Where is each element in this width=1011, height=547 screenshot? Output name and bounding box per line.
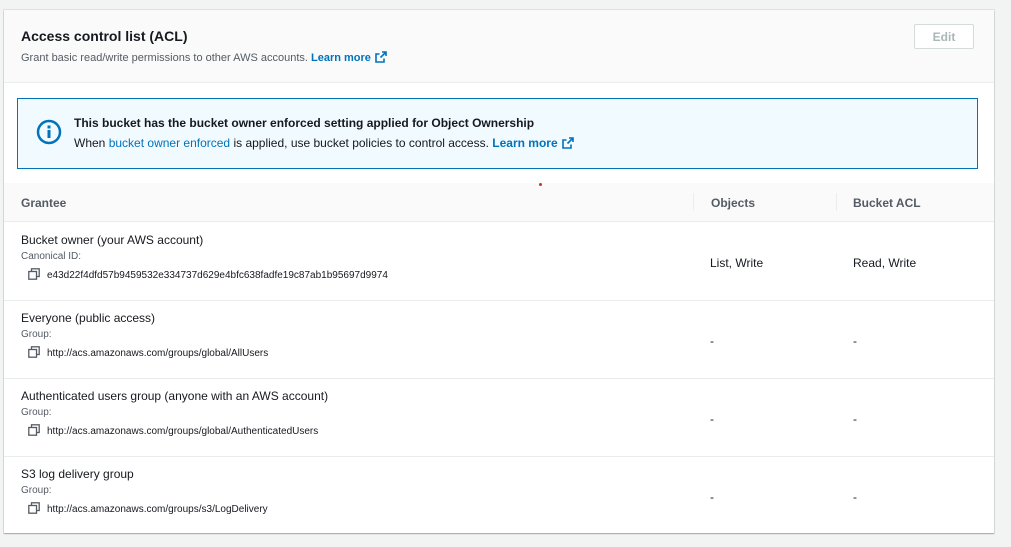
- alert-text-prefix: When: [74, 136, 106, 150]
- info-icon: [36, 119, 62, 150]
- grantee-id: http://acs.amazonaws.com/groups/global/A…: [28, 424, 318, 439]
- column-grantee: Grantee: [21, 196, 67, 210]
- grantee-name: Everyone (public access): [21, 311, 156, 325]
- copy-icon[interactable]: [28, 502, 40, 517]
- copy-icon[interactable]: [28, 424, 40, 439]
- edit-button[interactable]: Edit: [914, 24, 974, 49]
- grantee-name: Bucket owner (your AWS account): [21, 233, 204, 247]
- section-description: Grant basic read/write permissions to ot…: [21, 51, 387, 66]
- grantee-id-value: http://acs.amazonaws.com/groups/global/A…: [47, 426, 319, 437]
- bucket-acl-permission: Read, Write: [853, 256, 917, 270]
- info-alert: This bucket has the bucket owner enforce…: [17, 98, 978, 169]
- panel-header: Access control list (ACL) Grant basic re…: [4, 10, 994, 83]
- learn-more-link[interactable]: Learn more: [311, 51, 387, 66]
- grantee-id-value: http://acs.amazonaws.com/groups/s3/LogDe…: [47, 504, 268, 515]
- table-header: Grantee Objects Bucket ACL: [4, 183, 994, 222]
- external-link-icon: [375, 51, 387, 66]
- table-row: Authenticated users group (anyone with a…: [4, 378, 994, 457]
- grantee-id-value: e43d22f4dfd57b9459532e334737d629e4bfc638…: [47, 270, 388, 281]
- bucket-acl-permission: -: [853, 412, 857, 426]
- column-divider: [693, 193, 694, 211]
- section-title: Access control list (ACL): [21, 28, 188, 44]
- alert-learn-more-label: Learn more: [492, 136, 558, 150]
- column-divider: [836, 193, 837, 211]
- copy-icon[interactable]: [28, 346, 40, 361]
- column-objects: Objects: [711, 196, 756, 210]
- column-bucket-acl: Bucket ACL: [853, 196, 921, 210]
- grantee-id: e43d22f4dfd57b9459532e334737d629e4bfc638…: [28, 268, 388, 283]
- objects-permission: -: [710, 412, 714, 426]
- bucket-acl-permission: -: [853, 334, 857, 348]
- grantee-name: S3 log delivery group: [21, 467, 134, 481]
- acl-panel: Access control list (ACL) Grant basic re…: [4, 10, 994, 533]
- objects-permission: -: [710, 334, 714, 348]
- grantee-id: http://acs.amazonaws.com/groups/global/A…: [28, 346, 268, 361]
- grantee-id-value: http://acs.amazonaws.com/groups/global/A…: [47, 348, 269, 359]
- bucket-acl-permission: -: [853, 490, 857, 504]
- grantee-name: Authenticated users group (anyone with a…: [21, 389, 329, 403]
- alert-text-suffix: is applied, use bucket policies to contr…: [233, 136, 489, 150]
- table-row: S3 log delivery group Group: http://acs.…: [4, 456, 994, 534]
- objects-permission: List, Write: [710, 256, 764, 270]
- description-text: Grant basic read/write permissions to ot…: [21, 52, 308, 64]
- objects-permission: -: [710, 490, 714, 504]
- table-row: Everyone (public access) Group: http://a…: [4, 300, 994, 379]
- alert-text: When bucket owner enforced is applied, u…: [74, 136, 574, 152]
- marker-dot: [539, 183, 542, 186]
- bucket-owner-enforced-link[interactable]: bucket owner enforced: [109, 136, 230, 150]
- alert-learn-more-link[interactable]: Learn more: [492, 136, 574, 152]
- learn-more-label: Learn more: [311, 52, 371, 64]
- grantee-sub-label: Group:: [21, 329, 52, 340]
- external-link-icon: [561, 137, 574, 152]
- grantee-sub-label: Group:: [21, 485, 52, 496]
- copy-icon[interactable]: [28, 268, 40, 283]
- grantee-sub-label: Group:: [21, 407, 52, 418]
- alert-title: This bucket has the bucket owner enforce…: [74, 116, 535, 130]
- grantee-sub-label: Canonical ID:: [21, 251, 82, 262]
- table-row: Bucket owner (your AWS account) Canonica…: [4, 222, 994, 301]
- grantee-id: http://acs.amazonaws.com/groups/s3/LogDe…: [28, 502, 268, 517]
